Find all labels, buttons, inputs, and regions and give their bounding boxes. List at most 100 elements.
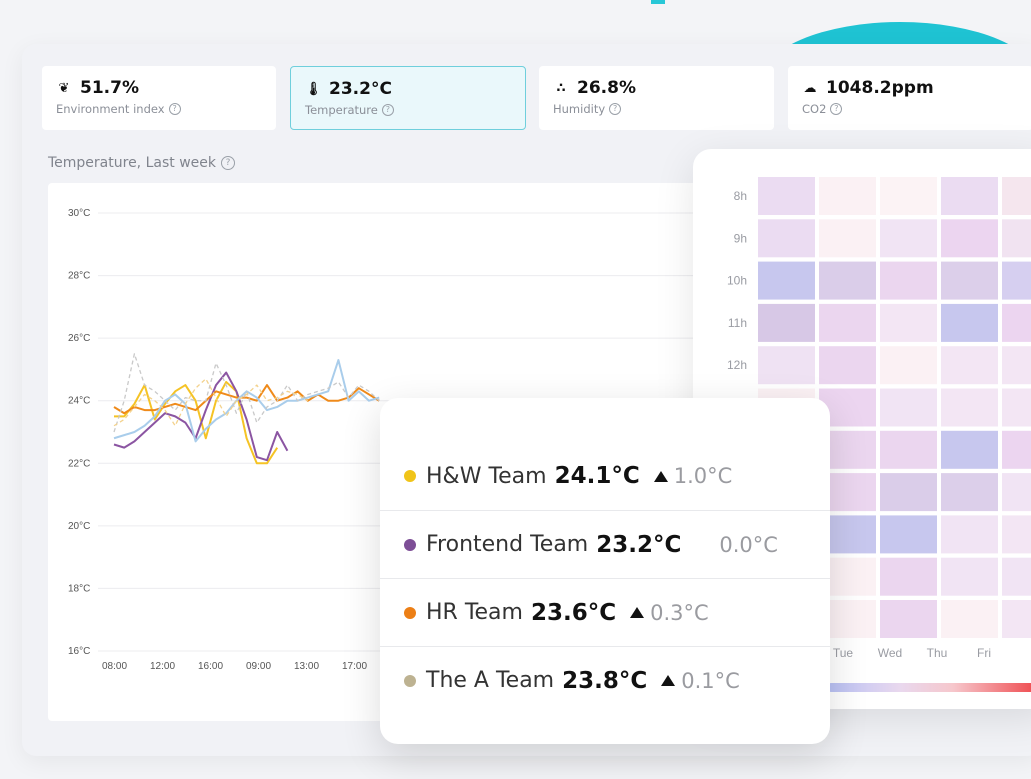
- stat-card-temperature[interactable]: 🌡 23.2°C Temperature?: [290, 66, 526, 130]
- y-tick-label: 18°C: [68, 583, 90, 594]
- heatmap-cell: [1002, 219, 1031, 258]
- team-value: 24.1°C: [554, 463, 640, 489]
- heatmap-cell: [880, 177, 937, 215]
- chart-title: Temperature, Last week ?: [48, 155, 235, 171]
- x-tick-label: 13:00: [294, 661, 319, 672]
- x-tick-label: 17:00: [342, 661, 367, 672]
- chart-title-text: Temperature, Last week: [48, 155, 216, 171]
- heatmap-hour-label: 9h: [734, 231, 747, 245]
- tooltip-row: Frontend Team 23.2°C 0.0°C: [380, 510, 830, 578]
- heatmap-day-label: Wed: [878, 646, 902, 660]
- cloud-icon: ☁: [803, 80, 817, 96]
- help-icon[interactable]: ?: [381, 104, 394, 116]
- heatmap-cell: [880, 219, 937, 258]
- heatmap-cell: [941, 557, 998, 596]
- heatmap-cell: [941, 473, 998, 512]
- stat-card-environment[interactable]: ❦ 51.7% Environment index?: [42, 66, 276, 130]
- heatmap-cell: [1002, 473, 1031, 512]
- stat-label: Humidity: [553, 102, 606, 116]
- up-arrow-icon: [630, 607, 645, 618]
- heatmap-legend-gradient: [827, 683, 1031, 692]
- team-name: H&W Team: [426, 463, 547, 489]
- stat-value: 1048.2ppm: [826, 78, 934, 98]
- heatmap-cell: [1002, 388, 1031, 427]
- x-tick-label: 09:00: [246, 661, 271, 672]
- heatmap-cell: [941, 219, 998, 258]
- heatmap-cell: [1002, 600, 1031, 638]
- y-tick-label: 16°C: [68, 646, 90, 657]
- stat-label: Environment index: [56, 102, 165, 116]
- heatmap-cell: [1002, 430, 1031, 469]
- team-delta: 1.0°C: [673, 464, 733, 488]
- thermometer-icon: 🌡: [305, 81, 322, 97]
- heatmap-cell: [1002, 303, 1031, 342]
- y-tick-label: 28°C: [68, 271, 90, 282]
- stat-card-co2[interactable]: ☁ 1048.2ppm CO2?: [788, 66, 1031, 130]
- up-arrow-icon: [653, 470, 668, 482]
- heatmap-cell: [941, 388, 998, 427]
- heatmap-cell: [758, 261, 815, 300]
- help-icon[interactable]: ?: [609, 103, 622, 115]
- heatmap-cell: [758, 303, 815, 342]
- heatmap-cell: [880, 430, 937, 469]
- stat-label: CO2: [802, 102, 827, 116]
- heatmap-cell: [1002, 177, 1031, 215]
- series-dot: [404, 470, 416, 482]
- heatmap-cell: [758, 346, 815, 385]
- heatmap-cell: [1002, 261, 1031, 300]
- stat-label: Temperature: [305, 103, 378, 117]
- up-arrow-icon: [661, 675, 676, 686]
- heatmap-cell: [941, 346, 998, 385]
- heatmap-cell: [941, 177, 998, 215]
- series-dot: [404, 538, 416, 551]
- heatmap-cell: [1002, 557, 1031, 596]
- heatmap-cell: [880, 473, 937, 512]
- y-tick-label: 22°C: [68, 458, 90, 469]
- heatmap-cell: [819, 261, 876, 300]
- team-delta: 0.1°C: [681, 668, 740, 693]
- stat-card-humidity[interactable]: ∴ 26.8% Humidity?: [539, 66, 774, 130]
- help-icon[interactable]: ?: [168, 103, 181, 115]
- heatmap-hour-label: 11h: [728, 316, 747, 330]
- y-tick-label: 30°C: [68, 208, 90, 219]
- heatmap-cell: [880, 600, 937, 638]
- team-name: HR Team: [426, 600, 523, 625]
- y-tick-label: 26°C: [68, 333, 90, 344]
- x-tick-label: 08:00: [102, 661, 127, 672]
- tooltip-row: The A Team 23.8°C 0.1°C: [380, 646, 830, 714]
- stat-value: 51.7%: [80, 78, 139, 98]
- series-dot: [404, 674, 416, 687]
- heatmap-hour-label: 8h: [734, 189, 747, 203]
- y-tick-label: 20°C: [68, 521, 90, 532]
- heatmap-cell: [880, 261, 937, 300]
- stat-value: 26.8%: [577, 78, 636, 98]
- heatmap-cell: [880, 346, 937, 385]
- help-icon[interactable]: ?: [830, 103, 843, 115]
- heatmap-day-label: Thu: [927, 646, 948, 660]
- heatmap-cell: [880, 557, 937, 596]
- heatmap-cell: [758, 219, 815, 258]
- team-value: 23.6°C: [530, 599, 617, 626]
- team-tooltip: H&W Team 24.1°C 1.0°C Frontend Team 23.2…: [380, 398, 830, 744]
- tooltip-row: HR Team 23.6°C 0.3°C: [380, 578, 830, 646]
- heatmap-cell: [941, 600, 998, 638]
- heatmap-cell: [1002, 515, 1031, 554]
- series-dot: [404, 606, 416, 619]
- series-line: [113, 384, 380, 415]
- leaf-icon: ❦: [58, 80, 70, 96]
- team-delta: 0.0°C: [719, 532, 778, 557]
- heatmap-cell: [941, 430, 998, 469]
- heatmap-cell: [941, 303, 998, 342]
- heatmap-cell: [1002, 346, 1031, 385]
- heatmap-day-label: Fri: [977, 646, 991, 660]
- y-tick-label: 24°C: [68, 396, 90, 407]
- team-value: 23.2°C: [596, 531, 682, 558]
- heatmap-cell: [880, 303, 937, 342]
- help-icon[interactable]: ?: [220, 156, 235, 170]
- heatmap-cell: [941, 261, 998, 300]
- heatmap-hour-label: 12h: [727, 358, 747, 372]
- droplets-icon: ∴: [556, 80, 566, 96]
- x-tick-label: 16:00: [198, 661, 223, 672]
- teal-accent: [651, 0, 665, 4]
- team-delta: 0.3°C: [650, 600, 709, 625]
